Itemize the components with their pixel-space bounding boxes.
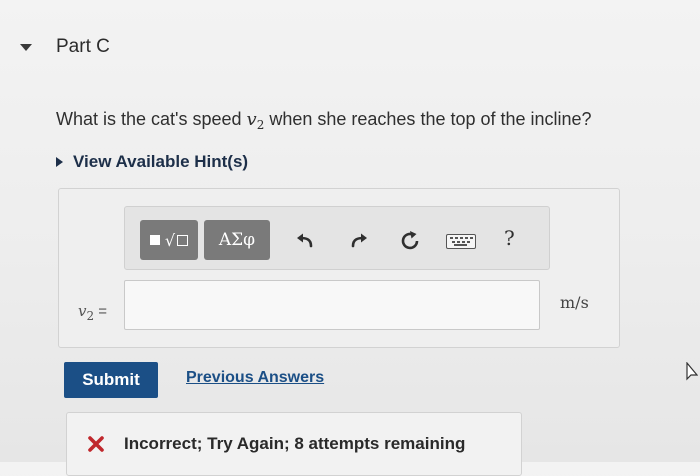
variable-symbol: v bbox=[246, 109, 257, 130]
keyboard-icon[interactable] bbox=[446, 234, 476, 249]
mouse-cursor-icon bbox=[686, 361, 699, 382]
answer-input[interactable] bbox=[124, 280, 540, 330]
placeholder-box-icon bbox=[177, 234, 189, 246]
reset-icon[interactable] bbox=[398, 229, 422, 253]
question-text-after: when she reaches the top of the incline? bbox=[264, 109, 592, 129]
part-title: Part C bbox=[56, 36, 110, 57]
view-hints-label: View Available Hint(s) bbox=[73, 152, 249, 171]
incorrect-x-icon bbox=[86, 434, 106, 454]
greek-symbols-button[interactable]: ΑΣφ bbox=[204, 220, 270, 260]
feedback-text: Incorrect; Try Again; 8 attempts remaini… bbox=[124, 434, 466, 453]
expand-caret-icon bbox=[56, 157, 63, 167]
previous-answers-link[interactable]: Previous Answers bbox=[186, 369, 324, 387]
templates-button[interactable]: √ bbox=[140, 220, 198, 260]
redo-icon[interactable] bbox=[348, 230, 370, 252]
undo-icon[interactable] bbox=[294, 230, 316, 252]
view-hints-toggle[interactable]: View Available Hint(s) bbox=[56, 152, 248, 172]
question-variable: v2 bbox=[246, 109, 265, 132]
answer-label-subscript: 2 bbox=[86, 309, 95, 323]
submit-button[interactable]: Submit bbox=[64, 362, 158, 398]
answer-label-equals: = bbox=[98, 303, 108, 320]
question-text-before: What is the cat's speed bbox=[56, 109, 247, 129]
unit-label: m/s bbox=[560, 293, 589, 312]
help-icon[interactable]: ? bbox=[504, 226, 515, 250]
radical-icon: √ bbox=[164, 230, 176, 250]
collapse-caret-icon[interactable] bbox=[20, 44, 32, 51]
question-text: What is the cat's speed v2 when she reac… bbox=[56, 109, 592, 132]
answer-label: v2 = bbox=[78, 302, 108, 323]
variable-subscript: 2 bbox=[256, 118, 265, 132]
templates-icon bbox=[149, 235, 160, 245]
